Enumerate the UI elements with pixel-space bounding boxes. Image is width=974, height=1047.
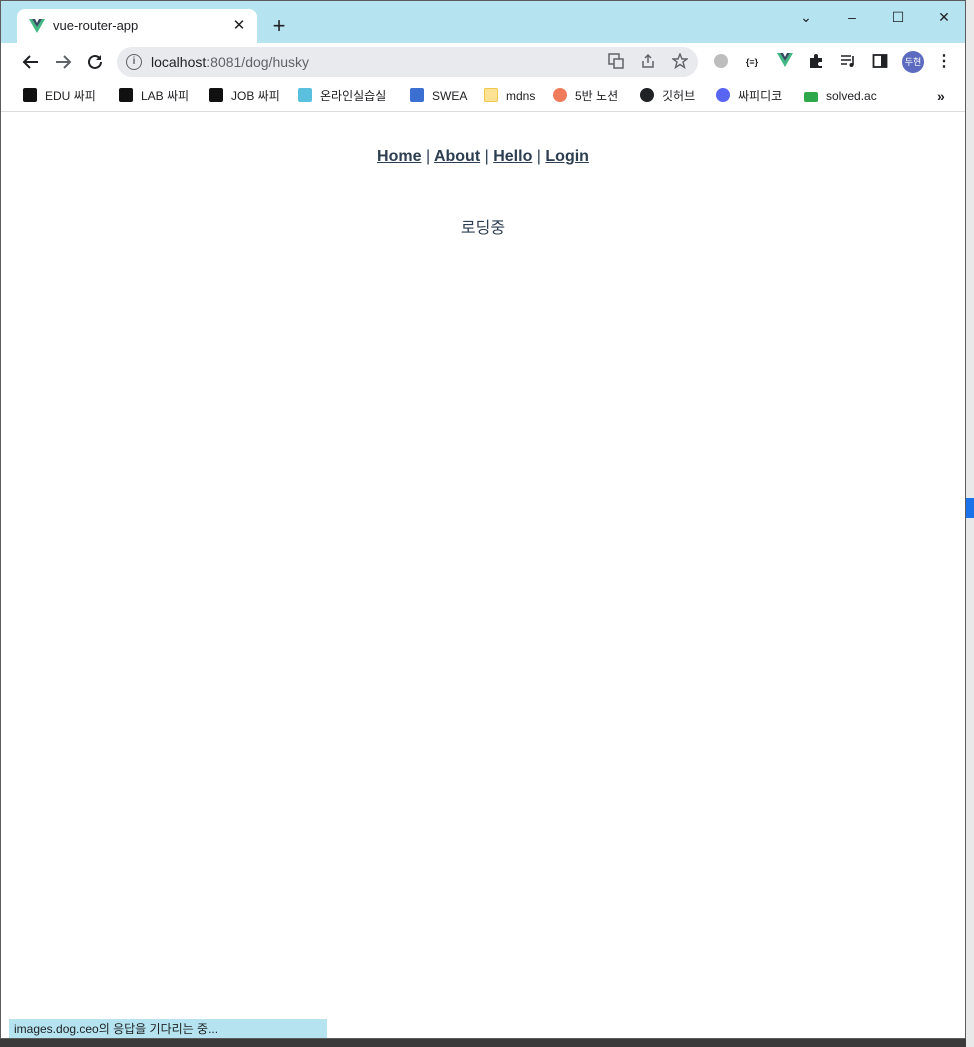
nav-separator: | bbox=[425, 148, 431, 165]
arrow-right-icon bbox=[56, 55, 72, 69]
bookmark-label: JOB 싸피 bbox=[231, 89, 280, 103]
bookmark-mdns[interactable]: mdns bbox=[484, 86, 535, 106]
vue-devtools-icon[interactable] bbox=[776, 53, 794, 71]
bookmark-job[interactable]: JOB 싸피 bbox=[209, 86, 280, 106]
ssafy-icon bbox=[298, 88, 312, 102]
browser-toolbar: i localhost:8081/dog/husky {≡} 두현 ⋮ bbox=[1, 43, 965, 81]
tab-search-icon[interactable]: ⌄ bbox=[791, 7, 821, 27]
forward-button[interactable] bbox=[51, 50, 75, 74]
bookmark-notion[interactable]: 5반 노션 bbox=[553, 86, 618, 106]
router-nav: Home | About | Hello | Login bbox=[1, 148, 965, 166]
bookmark-github[interactable]: 깃허브 bbox=[640, 86, 695, 106]
nav-link-login[interactable]: Login bbox=[545, 148, 589, 165]
bookmark-label: 싸피디코 bbox=[738, 89, 783, 103]
back-button[interactable] bbox=[19, 50, 43, 74]
bookmark-label: EDU 싸피 bbox=[45, 89, 96, 103]
nav-link-home[interactable]: Home bbox=[377, 148, 421, 165]
solved-ac-icon bbox=[804, 92, 818, 102]
bookmark-label: LAB 싸피 bbox=[141, 89, 190, 103]
reload-button[interactable] bbox=[83, 50, 107, 74]
ssafy-icon bbox=[119, 88, 133, 102]
minimize-button[interactable]: – bbox=[837, 7, 867, 27]
url-path: :8081/dog/husky bbox=[206, 54, 310, 70]
nav-separator: | bbox=[484, 148, 489, 165]
bookmark-label: 5반 노션 bbox=[575, 89, 619, 103]
page-content: Home | About | Hello | Login 로딩중 bbox=[1, 112, 965, 1038]
status-bar: images.dog.ceo의 응답을 기다리는 중... bbox=[9, 1019, 327, 1038]
tab-close-icon[interactable]: ✕ bbox=[231, 18, 247, 34]
bookmark-online-lab[interactable]: 온라인실습실 bbox=[298, 86, 386, 106]
address-bar[interactable]: i localhost:8081/dog/husky bbox=[117, 47, 698, 77]
json-extension-icon[interactable]: {≡} bbox=[743, 53, 761, 71]
bookmarks-bar: EDU 싸피 LAB 싸피 JOB 싸피 온라인실습실 SWEA mdns 5반… bbox=[1, 81, 965, 112]
bookmark-discord[interactable]: 싸피디코 bbox=[716, 86, 782, 106]
folder-icon bbox=[484, 88, 498, 102]
bookmark-label: 온라인실습실 bbox=[320, 89, 387, 103]
title-bar: vue-router-app ✕ + ⌄ – ☐ ✕ bbox=[1, 1, 965, 43]
bookmarks-overflow-icon[interactable]: » bbox=[937, 86, 945, 106]
menu-kebab-icon[interactable]: ⋮ bbox=[935, 53, 953, 71]
bookmark-solved[interactable]: solved.ac bbox=[804, 86, 877, 106]
translate-icon[interactable] bbox=[607, 53, 625, 71]
maximize-button[interactable]: ☐ bbox=[883, 7, 913, 27]
side-panel-icon[interactable] bbox=[871, 53, 889, 71]
background-accent bbox=[966, 498, 974, 518]
background-window-edge bbox=[966, 0, 974, 1047]
bookmark-lab[interactable]: LAB 싸피 bbox=[119, 86, 189, 106]
github-extension-icon[interactable] bbox=[712, 53, 730, 71]
nav-link-about[interactable]: About bbox=[434, 148, 480, 165]
extensions-puzzle-icon[interactable] bbox=[807, 53, 825, 71]
bookmark-label: SWEA bbox=[432, 89, 468, 103]
close-window-button[interactable]: ✕ bbox=[929, 7, 959, 27]
browser-window: vue-router-app ✕ + ⌄ – ☐ ✕ i localhost:8… bbox=[0, 0, 966, 1039]
swea-icon bbox=[410, 88, 424, 102]
bookmark-star-icon[interactable] bbox=[670, 52, 690, 71]
browser-tab[interactable]: vue-router-app ✕ bbox=[17, 9, 257, 43]
url-host: localhost bbox=[151, 54, 207, 70]
site-info-icon[interactable]: i bbox=[126, 54, 142, 70]
nav-separator: | bbox=[536, 148, 541, 165]
bookmark-label: mdns bbox=[506, 89, 536, 103]
vue-logo-icon bbox=[29, 19, 45, 33]
bookmark-edu[interactable]: EDU 싸피 bbox=[23, 86, 96, 106]
profile-avatar[interactable]: 두현 bbox=[902, 51, 924, 73]
nav-link-hello[interactable]: Hello bbox=[493, 148, 532, 165]
tab-title: vue-router-app bbox=[53, 18, 139, 33]
peach-icon bbox=[553, 88, 567, 102]
bookmark-label: 깃허브 bbox=[662, 89, 696, 103]
share-icon[interactable] bbox=[639, 53, 657, 71]
ssafy-icon bbox=[23, 88, 37, 102]
url-text[interactable]: localhost:8081/dog/husky bbox=[151, 54, 309, 70]
github-icon bbox=[640, 88, 654, 102]
loading-text: 로딩중 bbox=[460, 220, 506, 237]
arrow-left-icon bbox=[22, 55, 38, 69]
new-tab-button[interactable]: + bbox=[267, 14, 291, 38]
discord-icon bbox=[716, 88, 730, 102]
media-controls-icon[interactable] bbox=[839, 53, 857, 71]
bookmark-swea[interactable]: SWEA bbox=[410, 86, 467, 106]
bookmark-label: solved.ac bbox=[826, 89, 877, 103]
ssafy-icon bbox=[209, 88, 223, 102]
reload-icon bbox=[88, 54, 102, 69]
